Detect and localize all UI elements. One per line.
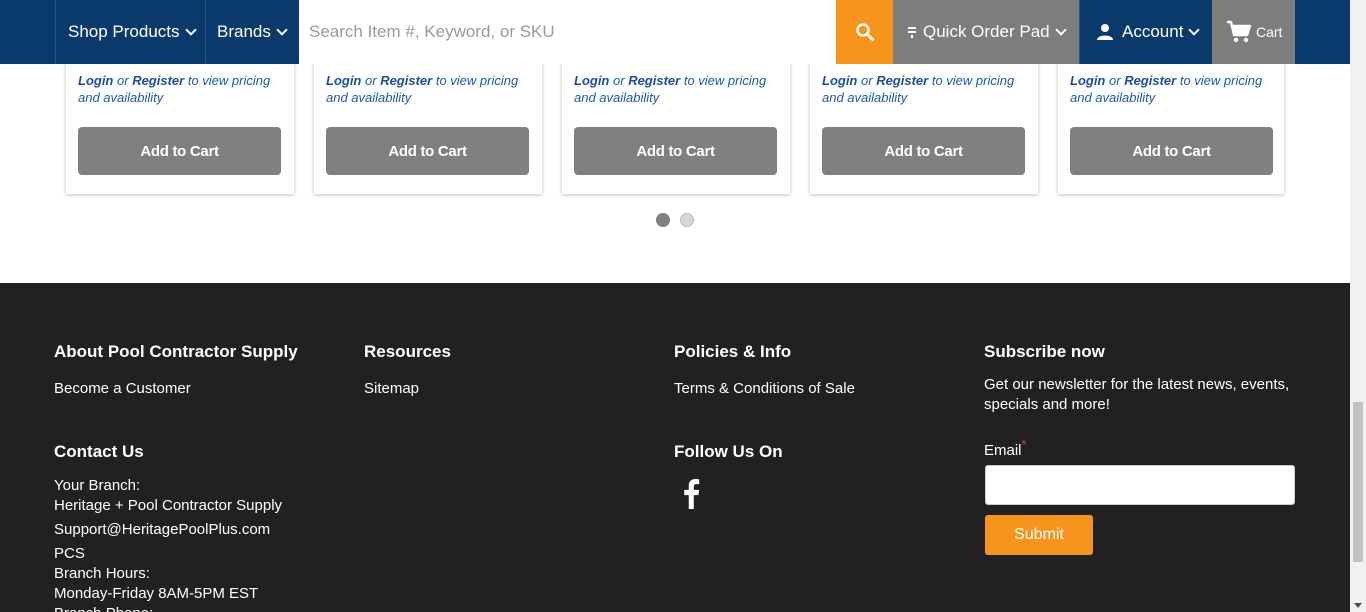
policies-heading: Policies & Info bbox=[674, 342, 792, 361]
product-card: Login or Register to view pricing and av… bbox=[66, 56, 294, 194]
brands-menu[interactable]: Brands bbox=[205, 0, 299, 64]
register-link[interactable]: Register bbox=[380, 73, 432, 88]
login-link[interactable]: Login bbox=[326, 73, 361, 88]
search-icon bbox=[855, 23, 874, 41]
page-scrollbar[interactable] bbox=[1350, 0, 1366, 612]
chevron-down-icon bbox=[1054, 24, 1067, 36]
account-label: Account bbox=[1122, 22, 1184, 41]
account-menu[interactable]: Account bbox=[1079, 0, 1212, 64]
submit-button[interactable]: Submit bbox=[985, 515, 1093, 555]
follow-heading: Follow Us On bbox=[674, 442, 783, 461]
login-link[interactable]: Login bbox=[574, 73, 609, 88]
add-to-cart-button[interactable]: Add to Cart bbox=[1070, 127, 1273, 175]
phone-label: Branch Phone: bbox=[54, 604, 153, 612]
hours-value: Monday-Friday 8AM-5PM EST bbox=[54, 585, 259, 602]
product-card: Login or Register to view pricing and av… bbox=[1058, 56, 1284, 194]
register-link[interactable]: Register bbox=[132, 73, 184, 88]
login-link[interactable]: Login bbox=[822, 73, 857, 88]
login-link[interactable]: Login bbox=[1070, 73, 1105, 88]
chevron-down-icon bbox=[1188, 24, 1201, 36]
email-label: Email* bbox=[984, 435, 1026, 461]
add-to-cart-button[interactable]: Add to Cart bbox=[822, 127, 1025, 175]
pricing-notice: Login or Register to view pricing and av… bbox=[822, 72, 1027, 106]
cart-button[interactable]: Cart bbox=[1212, 0, 1295, 64]
order-pad-icon bbox=[908, 27, 916, 38]
subscribe-text: Get our newsletter for the latest news, … bbox=[984, 376, 1290, 413]
user-icon bbox=[1097, 24, 1113, 40]
shop-products-menu[interactable]: Shop Products bbox=[55, 0, 205, 64]
page: Login or Register to view pricing and av… bbox=[0, 0, 1366, 612]
register-link[interactable]: Register bbox=[876, 73, 928, 88]
cart-icon bbox=[1227, 20, 1252, 43]
terms-link[interactable]: Terms & Conditions of Sale bbox=[674, 379, 855, 399]
add-to-cart-button[interactable]: Add to Cart bbox=[78, 127, 281, 175]
product-card: Login or Register to view pricing and av… bbox=[562, 56, 790, 194]
quick-order-pad-menu[interactable]: Quick Order Pad bbox=[893, 0, 1079, 64]
or-text: or bbox=[609, 73, 629, 88]
scroll-down-arrow-icon[interactable] bbox=[1354, 603, 1362, 608]
facebook-icon[interactable] bbox=[680, 479, 703, 509]
login-link[interactable]: Login bbox=[78, 73, 113, 88]
pricing-notice: Login or Register to view pricing and av… bbox=[326, 72, 531, 106]
subscribe-heading: Subscribe now bbox=[984, 342, 1105, 361]
shop-products-label: Shop Products bbox=[68, 22, 180, 41]
carousel-dot-1[interactable] bbox=[656, 213, 670, 227]
search-button[interactable] bbox=[836, 0, 893, 64]
add-to-cart-button[interactable]: Add to Cart bbox=[326, 127, 529, 175]
hours-label: Branch Hours: bbox=[54, 565, 150, 582]
register-link[interactable]: Register bbox=[1124, 73, 1176, 88]
pricing-notice: Login or Register to view pricing and av… bbox=[78, 72, 283, 106]
scrollbar-thumb[interactable] bbox=[1353, 402, 1363, 562]
or-text: or bbox=[857, 73, 877, 88]
register-link[interactable]: Register bbox=[628, 73, 680, 88]
product-card: Login or Register to view pricing and av… bbox=[314, 56, 542, 194]
top-navigation: Shop Products Brands Quick Order Pad A bbox=[0, 0, 1350, 64]
chevron-down-icon bbox=[276, 24, 288, 36]
add-to-cart-button[interactable]: Add to Cart bbox=[574, 127, 777, 175]
or-text: or bbox=[113, 73, 133, 88]
quick-order-pad-label: Quick Order Pad bbox=[923, 22, 1050, 41]
or-text: or bbox=[1105, 73, 1125, 88]
carousel-dot-2[interactable] bbox=[680, 213, 694, 227]
chevron-down-icon bbox=[184, 24, 197, 36]
email-field[interactable] bbox=[985, 465, 1295, 505]
pricing-notice: Login or Register to view pricing and av… bbox=[574, 72, 779, 106]
support-email-link[interactable]: Support@HeritagePoolPlus.com bbox=[54, 520, 270, 540]
cart-label: Cart bbox=[1256, 24, 1283, 40]
contact-heading: Contact Us bbox=[54, 442, 144, 461]
about-heading: About Pool Contractor Supply bbox=[54, 342, 298, 361]
product-card: Login or Register to view pricing and av… bbox=[810, 56, 1038, 194]
or-text: or bbox=[361, 73, 381, 88]
brands-label: Brands bbox=[217, 22, 271, 41]
sitemap-link[interactable]: Sitemap bbox=[364, 379, 419, 399]
branch-label: Your Branch: bbox=[54, 477, 141, 494]
pricing-notice: Login or Register to view pricing and av… bbox=[1070, 72, 1275, 106]
search-input[interactable] bbox=[299, 0, 836, 64]
resources-heading: Resources bbox=[364, 342, 451, 361]
site-footer: About Pool Contractor Supply Become a Cu… bbox=[0, 283, 1350, 612]
email-label-text: Email bbox=[984, 442, 1022, 459]
branch-name: Heritage + Pool Contractor Supply bbox=[54, 497, 283, 514]
branch-code: PCS bbox=[54, 545, 85, 562]
become-customer-link[interactable]: Become a Customer bbox=[54, 379, 191, 399]
required-mark: * bbox=[1021, 438, 1027, 452]
